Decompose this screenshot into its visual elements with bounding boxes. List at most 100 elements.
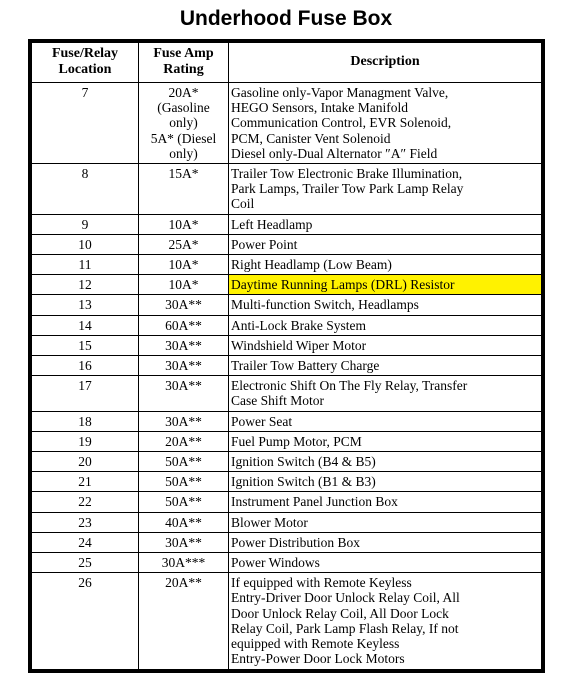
amp-rating-line: 20A* (168, 85, 199, 100)
cell-fuse-amp-rating: 20A* (Gasoline only) 5A* (Diesel only) (138, 81, 229, 165)
cell-fuse-amp-rating: 20A** (138, 572, 229, 670)
description-line: Power Point (231, 236, 298, 252)
description-line: Power Distribution Box (231, 534, 361, 550)
cell-fuse-relay-location: 24 (31, 531, 139, 554)
cell-description: Blower Motor (228, 511, 542, 533)
description-line: Trailer Tow Electronic Brake Illuminatio… (231, 166, 463, 182)
cell-description: Power Point (228, 233, 542, 256)
amp-rating-line: only) (169, 115, 198, 131)
cell-description: Ignition Switch (B1 & B3) (228, 471, 542, 493)
cell-description: Trailer Tow Electronic Brake Illuminatio… (228, 163, 542, 215)
cell-description: Fuel Pump Motor, PCM (228, 430, 542, 453)
cell-fuse-amp-rating: 60A** (138, 314, 229, 336)
amp-rating-line: 30A** (165, 534, 202, 550)
amp-rating-line: 20A** (165, 433, 202, 449)
amp-rating-line: 30A*** (161, 555, 206, 571)
table-row: 12 10A* Daytime Running Lamps (DRL) Resist… (31, 274, 542, 296)
description-line: Case Shift Motor (231, 393, 324, 409)
cell-fuse-amp-rating: 50A** (138, 451, 229, 473)
cell-description: Electronic Shift On The Fly Relay, Trans… (228, 375, 542, 412)
description-line: equipped with Remote Keyless (231, 636, 400, 652)
cell-fuse-relay-location: 11 (31, 254, 139, 276)
description-line: Diesel only-Dual Alternator ″A″ Field (231, 145, 438, 161)
column-header-location-line2: Location (58, 62, 112, 77)
cell-fuse-relay-location: 9 (31, 213, 139, 235)
description-line: Gasoline only-Vapor Managment Valve, (231, 85, 449, 100)
description-line: Left Headlamp (231, 216, 313, 232)
cell-fuse-amp-rating: 10A* (138, 274, 229, 296)
cell-fuse-amp-rating: 50A** (138, 491, 229, 513)
table-row: 18 30A** Power Seat (31, 410, 542, 432)
cell-fuse-relay-location: 14 (31, 314, 139, 336)
description-line: Right Headlamp (Low Beam) (231, 257, 392, 273)
amp-rating-line: 30A** (165, 297, 202, 313)
cell-fuse-amp-rating: 30A** (138, 531, 229, 554)
cell-description: Anti-Lock Brake System (228, 314, 542, 336)
fuse-table-container: Fuse/Relay Location Fuse Amp Rating Desc… (28, 39, 545, 673)
amp-rating-line: 10A* (168, 257, 199, 273)
amp-rating-line: (Gasoline (157, 100, 210, 116)
description-line: Electronic Shift On The Fly Relay, Trans… (231, 378, 468, 394)
table-header: Fuse/Relay Location Fuse Amp Rating Desc… (31, 42, 542, 83)
amp-rating-line: only) (169, 145, 198, 161)
description-line: Power Windows (231, 555, 320, 571)
description-line: Relay Coil, Park Lamp Flash Relay, If no… (231, 620, 459, 636)
cell-fuse-amp-rating: 30A** (138, 355, 229, 377)
cell-fuse-relay-location: 18 (31, 410, 139, 432)
table-row: 7 20A* (Gasoline only) 5A* (Diesel only) Gasol… (31, 81, 542, 165)
cell-description: Power Distribution Box (228, 531, 542, 554)
description-line: Communication Control, EVR Solenoid, (231, 115, 452, 131)
cell-description: Trailer Tow Battery Charge (228, 355, 542, 377)
description-line: Ignition Switch (B1 & B3) (231, 474, 376, 490)
cell-fuse-relay-location: 19 (31, 430, 139, 453)
description-line: Park Lamps, Trailer Tow Park Lamp Relay (231, 181, 464, 197)
description-line: Entry-Driver Door Unlock Relay Coil, All (231, 590, 460, 606)
amp-rating-line: 50A** (165, 454, 202, 470)
amp-rating-line: 25A* (168, 236, 199, 252)
table-header-row: Fuse/Relay Location Fuse Amp Rating Desc… (31, 42, 542, 83)
description-line: Entry-Power Door Lock Motors (231, 651, 405, 667)
cell-fuse-relay-location: 26 (31, 572, 139, 670)
cell-description: Windshield Wiper Motor (228, 334, 542, 357)
amp-rating-line: 5A* (Diesel (150, 130, 217, 146)
description-line: Ignition Switch (B4 & B5) (231, 454, 376, 470)
cell-description: Power Windows (228, 552, 542, 574)
table-row: 17 30A** Electronic Shift On The Fly Relay… (31, 375, 542, 412)
cell-fuse-amp-rating: 30A** (138, 334, 229, 357)
table-row: 15 30A** Windshield Wiper Motor (31, 334, 542, 357)
description-line: Anti-Lock Brake System (231, 317, 366, 333)
table-row: 24 30A** Power Distribution Box (31, 531, 542, 554)
column-header-fuse-amp-rating: Fuse Amp Rating (138, 42, 229, 83)
column-header-location-line1: Fuse/Relay (51, 46, 119, 61)
cell-fuse-relay-location: 17 (31, 375, 139, 412)
amp-rating-line: 50A** (165, 474, 202, 490)
cell-description: Left Headlamp (228, 213, 542, 235)
cell-fuse-amp-rating: 30A** (138, 375, 229, 412)
column-header-description-line1: Description (350, 54, 420, 69)
description-line: Power Seat (231, 413, 293, 429)
description-line: Door Unlock Relay Coil, All Door Lock (231, 605, 449, 621)
cell-fuse-relay-location: 22 (31, 491, 139, 513)
cell-description: If equipped with Remote Keyless Entry-Dri… (228, 572, 542, 670)
description-line: Fuel Pump Motor, PCM (231, 433, 362, 449)
table-row: 14 60A** Anti-Lock Brake System (31, 314, 542, 336)
description-line: Daytime Running Lamps (DRL) Resistor (231, 277, 455, 293)
cell-fuse-relay-location: 12 (31, 274, 139, 296)
amp-rating-line: 50A** (165, 494, 202, 510)
cell-fuse-amp-rating: 30A*** (138, 552, 229, 574)
description-line: Instrument Panel Junction Box (231, 494, 398, 510)
cell-description: Gasoline only-Vapor Managment Valve, HEGO… (228, 81, 542, 165)
cell-fuse-amp-rating: 30A** (138, 294, 229, 316)
cell-fuse-amp-rating: 40A** (138, 511, 229, 533)
table-row: 20 50A** Ignition Switch (B4 & B5) (31, 451, 542, 473)
cell-description: Power Seat (228, 410, 542, 432)
cell-fuse-amp-rating: 10A* (138, 254, 229, 276)
cell-fuse-relay-location: 15 (31, 334, 139, 357)
column-header-fuse-relay-location: Fuse/Relay Location (31, 42, 139, 83)
amp-rating-line: 30A** (165, 358, 202, 374)
cell-fuse-amp-rating: 10A* (138, 213, 229, 235)
cell-fuse-amp-rating: 25A* (138, 233, 229, 256)
cell-fuse-amp-rating: 50A** (138, 471, 229, 493)
table-row: 23 40A** Blower Motor (31, 511, 542, 533)
fuse-box-page: Underhood Fuse Box Fuse/Relay Location F… (0, 0, 572, 678)
